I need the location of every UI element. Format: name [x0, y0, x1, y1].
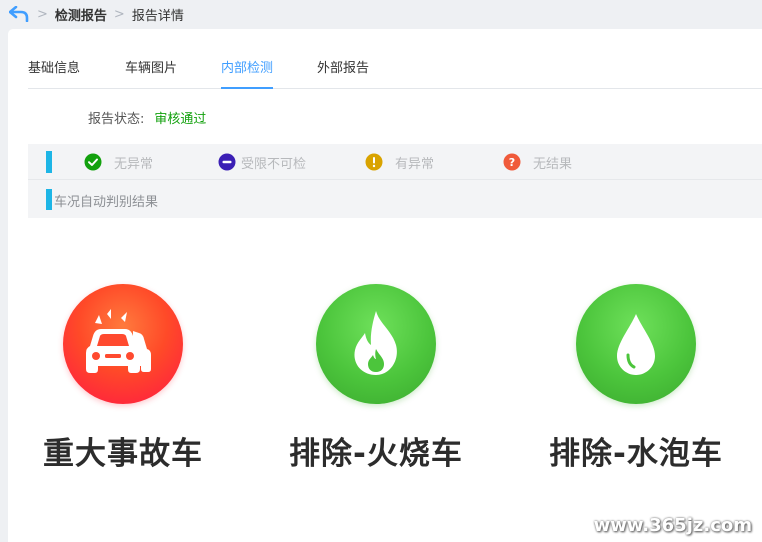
result-badge [63, 284, 183, 404]
tab-external-report[interactable]: 外部报告 [317, 60, 369, 88]
status-label: 报告状态: [88, 112, 145, 127]
legend-label: 受限不可检 [241, 156, 307, 172]
tab-vehicle-photos[interactable]: 车辆图片 [125, 60, 177, 88]
result-flood-excluded: 排除-水泡车 [536, 284, 736, 473]
result-badge [316, 284, 436, 404]
breadcrumb-item-report[interactable]: 检测报告 [55, 5, 107, 24]
result-label: 重大事故车 [43, 436, 203, 472]
auto-judgement-label: 车况自动判别结果 [54, 195, 159, 210]
result-badge [576, 284, 696, 404]
svg-text:?: ? [509, 156, 515, 169]
watermark: www.365jz.com [593, 515, 752, 536]
section-accent-bar [46, 189, 52, 210]
legend-row: 无异常 受限不可检 有异常 ? 无结果 [28, 144, 762, 180]
legend-label: 无异常 [114, 156, 154, 172]
result-label: 排除-火烧车 [289, 436, 463, 472]
result-major-accident: 重大事故车 [23, 284, 223, 473]
section-accent-bar [46, 151, 52, 173]
tab-internal-inspection[interactable]: 内部检测 [221, 60, 274, 89]
question-circle-icon: ? [503, 153, 521, 171]
auto-judgement-section: 车况自动判别结果 [28, 181, 762, 218]
tab-bar: 基础信息 车辆图片 内部检测 外部报告 [28, 55, 762, 89]
back-arrow-icon [9, 6, 29, 22]
chevron-right-icon: > [37, 6, 48, 22]
status-value: 审核通过 [154, 112, 207, 127]
chevron-right-icon: > [113, 6, 125, 22]
water-drop-icon [617, 314, 655, 375]
tab-basic-info[interactable]: 基础信息 [28, 60, 80, 88]
result-label: 排除-水泡车 [549, 436, 723, 472]
legend-item-restricted: 受限不可检 [218, 152, 306, 172]
car-crash-icon [86, 309, 151, 373]
exclamation-circle-icon [365, 153, 383, 171]
legend-item-normal: 无异常 [84, 152, 153, 172]
back-button[interactable] [8, 3, 30, 25]
minus-circle-icon [218, 153, 236, 171]
breadcrumb-bar: > 检测报告 > 报告详情 [0, 0, 762, 28]
report-detail-card: 基础信息 车辆图片 内部检测 外部报告 报告状态: 审核通过 无异常 受限不可检 [8, 29, 762, 542]
legend-panel: 无异常 受限不可检 有异常 ? 无结果 车况自动判别结果 [28, 144, 762, 218]
check-circle-icon [84, 153, 102, 171]
report-status: 报告状态: 审核通过 [88, 108, 206, 127]
legend-item-no-result: ? 无结果 [503, 152, 572, 172]
legend-item-abnormal: 有异常 [365, 152, 434, 172]
legend-label: 无结果 [533, 156, 573, 172]
legend-label: 有异常 [395, 156, 435, 172]
breadcrumb-item-detail: 报告详情 [131, 8, 184, 24]
flame-icon [354, 311, 397, 375]
result-fire-excluded: 排除-火烧车 [276, 284, 476, 473]
